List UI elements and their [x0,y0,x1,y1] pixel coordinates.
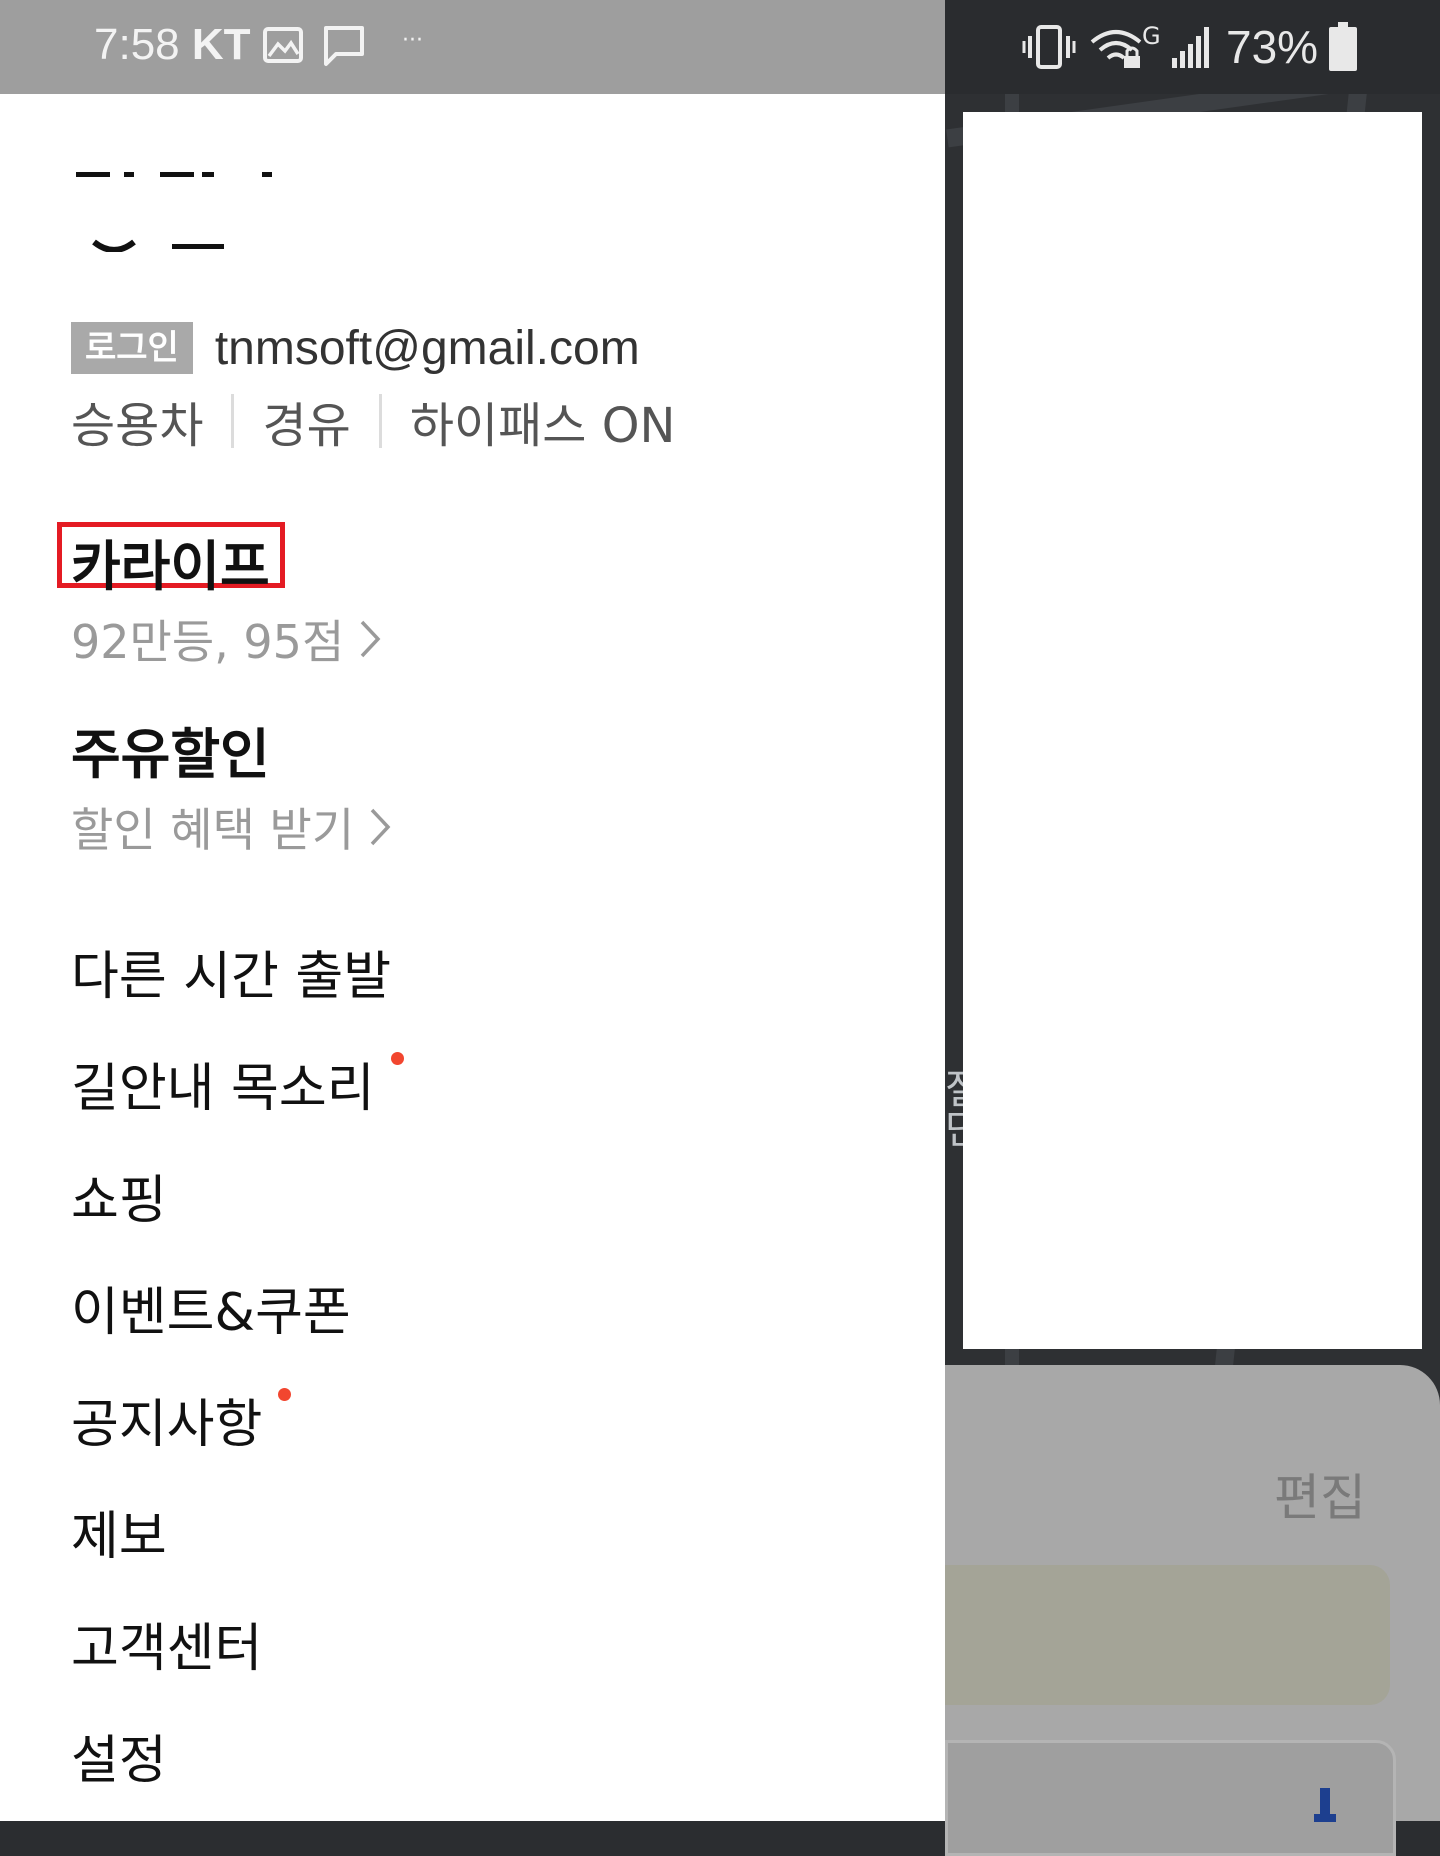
divider [231,394,235,448]
battery-icon [1329,22,1357,71]
bottom-sheet-card[interactable] [945,1565,1390,1705]
battery-percent: 73% [1226,21,1319,73]
user-name-redacted [76,172,272,252]
navigation-drawer: 로그인 tnmsoft@gmail.com 승용차 경유 하이패스 ON 카라이… [0,94,945,1821]
menu-item-label: 쇼핑 [71,1171,167,1231]
menu-item-shopping[interactable]: 쇼핑 [71,1158,167,1233]
chevron-right-icon [370,808,391,846]
time-text: 7:58 [94,20,180,69]
vehicle-info[interactable]: 승용차 경유 하이패스 ON [71,386,675,456]
clock: 7:58 KT [94,20,251,70]
menu-item-label: 고객센터 [71,1619,263,1679]
hipass-status: 하이패스 ON [409,398,676,454]
menu-item-customer-center[interactable]: 고객센터 [71,1606,262,1681]
edit-button[interactable]: 편집 [1274,1458,1366,1530]
notification-dot [390,1052,404,1065]
background-panel [963,112,1422,1349]
map-place-label: 절단 [945,1070,982,1150]
carrier-text: KT [191,20,251,69]
fuel-type: 경유 [262,398,351,454]
status-bar: 7:58 KT ··· G 73% [0,0,1440,94]
network-type: G [1142,22,1161,50]
menu-item-label: 다른 시간 출발 [71,947,392,1007]
fuel-discount-link: 할인 혜택 받기 [71,803,355,857]
chevron-right-icon [361,620,381,658]
menu-item-label: 제보 [71,1507,167,1567]
menu-item-label: 설정 [71,1731,167,1791]
notification-dot [278,1388,292,1401]
vehicle-type: 승용차 [71,398,204,454]
login-row: 로그인 tnmsoft@gmail.com [71,320,640,376]
fuel-discount-title[interactable]: 주유할인 [71,710,270,789]
wifi-icon [1090,30,1142,68]
carlife-score: 92만등, 95점 [71,615,345,669]
menu-item-label: 길안내 목소리 [71,1059,375,1119]
image-icon [263,27,303,63]
menu-item-events-coupons[interactable]: 이벤트&쿠폰 [71,1270,351,1345]
menu-item-label: 공지사항 [71,1395,263,1455]
message-icon [324,26,364,66]
more-dots-icon: ··· [402,28,423,53]
pin-icon [1314,1788,1336,1822]
menu-item-settings[interactable]: 설정 [71,1718,167,1793]
login-badge: 로그인 [71,322,193,374]
carlife-title[interactable]: 카라이프 [71,522,270,601]
menu-item-label: 이벤트&쿠폰 [71,1283,351,1343]
divider [378,394,382,448]
menu-item-report[interactable]: 제보 [71,1494,167,1569]
menu-item-guidance-voice[interactable]: 길안내 목소리 [71,1046,404,1121]
menu-item-notices[interactable]: 공지사항 [71,1382,292,1457]
account-email: tnmsoft@gmail.com [214,321,640,375]
user-name [72,172,292,252]
vibrate-icon [1022,25,1076,69]
fuel-discount-subtitle[interactable]: 할인 혜택 받기 [71,794,392,860]
carlife-subtitle[interactable]: 92만등, 95점 [71,606,382,672]
menu-item-depart-later[interactable]: 다른 시간 출발 [71,934,391,1009]
signal-icon [1172,27,1209,68]
